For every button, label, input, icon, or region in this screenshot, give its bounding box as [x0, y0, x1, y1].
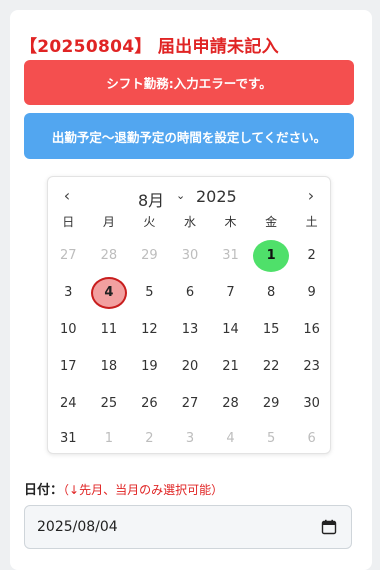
- calendar-day[interactable]: 28: [210, 385, 251, 422]
- calendar-icon[interactable]: [321, 519, 337, 535]
- calendar-day[interactable]: 7: [210, 274, 251, 311]
- error-alert: シフト勤務:入力エラーです。: [24, 60, 354, 105]
- chevron-down-icon[interactable]: ⌄: [176, 189, 185, 202]
- calendar-day[interactable]: 5: [251, 422, 292, 454]
- calendar-day[interactable]: 3: [170, 422, 211, 454]
- date-input[interactable]: 2025/08/04: [24, 505, 352, 549]
- calendar-header: ‹ 8月 ⌄ 2025 ›: [48, 177, 330, 217]
- calendar-day[interactable]: 1: [89, 422, 130, 454]
- calendar-day[interactable]: 21: [210, 348, 251, 385]
- calendar-day[interactable]: 17: [48, 348, 89, 385]
- calendar-day-today[interactable]: 1: [251, 237, 292, 274]
- calendar-day[interactable]: 5: [129, 274, 170, 311]
- calendar-week: 24 25 26 27 28 29 30: [48, 385, 332, 422]
- calendar-day[interactable]: 2: [129, 422, 170, 454]
- weekday-label: 火: [143, 215, 156, 229]
- calendar-day[interactable]: 13: [170, 311, 211, 348]
- calendar-day[interactable]: 18: [89, 348, 130, 385]
- chevron-left-icon[interactable]: ‹: [56, 185, 78, 207]
- calendar-day[interactable]: 4: [210, 422, 251, 454]
- calendar-week: 3 4 5 6 7 8 9: [48, 274, 332, 311]
- calendar-day[interactable]: 2: [291, 237, 332, 274]
- calendar-day[interactable]: 15: [251, 311, 292, 348]
- weekday-header: 日 月 火 水 木 金 土: [48, 212, 332, 232]
- calendar-day-selected[interactable]: 4: [89, 274, 130, 311]
- calendar-day[interactable]: 19: [129, 348, 170, 385]
- calendar-day[interactable]: 29: [129, 237, 170, 274]
- year-label[interactable]: 2025: [196, 187, 237, 206]
- calendar-day[interactable]: 25: [89, 385, 130, 422]
- calendar-day[interactable]: 6: [291, 422, 332, 454]
- calendar-day[interactable]: 24: [48, 385, 89, 422]
- calendar-day[interactable]: 12: [129, 311, 170, 348]
- date-hint: （↓先月、当月のみ選択可能）: [63, 483, 224, 497]
- calendar-day[interactable]: 28: [89, 237, 130, 274]
- weekday-label: 月: [102, 215, 115, 229]
- calendar-day[interactable]: 22: [251, 348, 292, 385]
- calendar-day[interactable]: 6: [170, 274, 211, 311]
- date-label-text: 日付：: [24, 483, 64, 498]
- weekday-label: 土: [305, 215, 318, 229]
- date-picker-calendar: ‹ 8月 ⌄ 2025 › 日 月 火 水 木 金 土 27 28 29 30 …: [47, 176, 331, 454]
- calendar-day[interactable]: 31: [210, 237, 251, 274]
- calendar-day[interactable]: 27: [48, 237, 89, 274]
- month-select[interactable]: 8月: [138, 187, 164, 211]
- calendar-week: 17 18 19 20 21 22 23: [48, 348, 332, 385]
- date-field-label: 日付：（↓先月、当月のみ選択可能）: [24, 479, 223, 498]
- calendar-day[interactable]: 3: [48, 274, 89, 311]
- chevron-right-icon[interactable]: ›: [300, 185, 322, 207]
- page-title: 【20250804】 届出申請未記入: [20, 37, 279, 57]
- calendar-day[interactable]: 23: [291, 348, 332, 385]
- calendar-day[interactable]: 14: [210, 311, 251, 348]
- calendar-day[interactable]: 11: [89, 311, 130, 348]
- calendar-day[interactable]: 8: [251, 274, 292, 311]
- calendar-day[interactable]: 27: [170, 385, 211, 422]
- weekday-label: 水: [183, 215, 196, 229]
- info-alert: 出勤予定〜退勤予定の時間を設定してください。: [24, 113, 354, 159]
- calendar-day[interactable]: 30: [170, 237, 211, 274]
- calendar-day[interactable]: 16: [291, 311, 332, 348]
- calendar-day[interactable]: 26: [129, 385, 170, 422]
- calendar-day[interactable]: 30: [291, 385, 332, 422]
- calendar-week: 10 11 12 13 14 15 16: [48, 311, 332, 348]
- date-input-value: 2025/08/04: [37, 519, 118, 535]
- calendar-day[interactable]: 29: [251, 385, 292, 422]
- weekday-label: 日: [62, 215, 75, 229]
- calendar-day[interactable]: 9: [291, 274, 332, 311]
- calendar-day[interactable]: 20: [170, 348, 211, 385]
- weekday-label: 金: [265, 215, 278, 229]
- calendar-day[interactable]: 10: [48, 311, 89, 348]
- calendar-day[interactable]: 31: [48, 422, 89, 454]
- weekday-label: 木: [224, 215, 237, 229]
- calendar-week: 27 28 29 30 31 1 2: [48, 237, 332, 274]
- calendar-week: 31 1 2 3 4 5 6: [48, 422, 332, 454]
